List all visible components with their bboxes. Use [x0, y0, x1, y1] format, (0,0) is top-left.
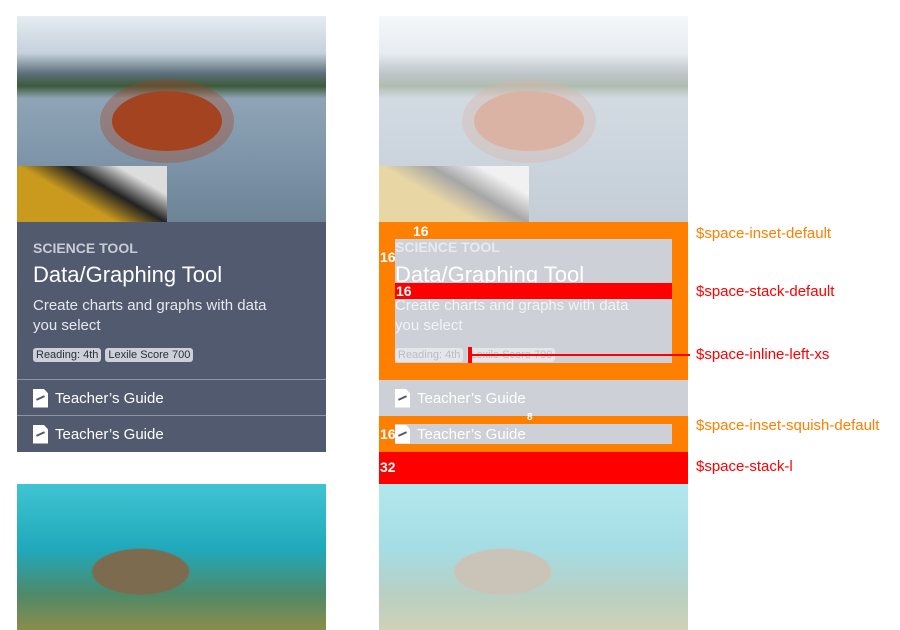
turtle-image: [17, 484, 326, 630]
pdf-icon: [33, 388, 48, 408]
crab-image: [17, 16, 326, 222]
link-label: Teacher’s Guide: [417, 425, 526, 443]
card-title[interactable]: Data/Graphing Tool: [33, 262, 222, 288]
squish-vertical-value: 8: [527, 412, 533, 423]
stack-l-value: 32: [380, 459, 396, 475]
teachers-guide-link[interactable]: Teacher’s Guide: [17, 415, 326, 452]
stack-l-bar: [379, 452, 688, 484]
card-eyebrow-faded: SCIENCE TOOL: [395, 239, 500, 255]
pdf-icon: [33, 424, 48, 444]
label-stack-l: $space-stack-l: [696, 458, 793, 475]
tag-faded: Reading: 4th: [395, 348, 464, 362]
inset-top-value: 16: [413, 223, 429, 239]
tag-reading: Reading: 4th: [33, 348, 102, 362]
inset-left-value: 16: [380, 249, 396, 265]
pdf-icon: [395, 424, 410, 444]
link-label: Teacher’s Guide: [417, 389, 526, 407]
resource-card[interactable]: SCIENCE TOOL Data/Graphing Tool Create c…: [17, 222, 326, 452]
link-label: Teacher’s Guide: [55, 389, 164, 407]
card-description-faded: Create charts and graphs with data you s…: [395, 297, 629, 334]
card-title-faded: Data/Graphing Tool: [395, 262, 585, 283]
label-inline-left-xs: $space-inline-left-xs: [696, 346, 830, 363]
card-description: Create charts and graphs with data you s…: [33, 297, 267, 334]
teachers-guide-link[interactable]: Teacher’s Guide: [17, 379, 326, 416]
squish-horizontal-value: 16: [380, 426, 396, 442]
label-inset-squish-default: $space-inset-squish-default: [696, 417, 880, 434]
link-label: Teacher’s Guide: [55, 425, 164, 443]
label-inset-default: $space-inset-default: [696, 225, 832, 242]
teachers-guide-link-faded: Teacher’s Guide: [379, 380, 688, 416]
card-eyebrow: SCIENCE TOOL: [33, 240, 138, 256]
pdf-icon: [395, 388, 410, 408]
label-stack-default: $space-stack-default: [696, 283, 835, 300]
tag-lexile: Lexile Score 700: [105, 348, 194, 362]
